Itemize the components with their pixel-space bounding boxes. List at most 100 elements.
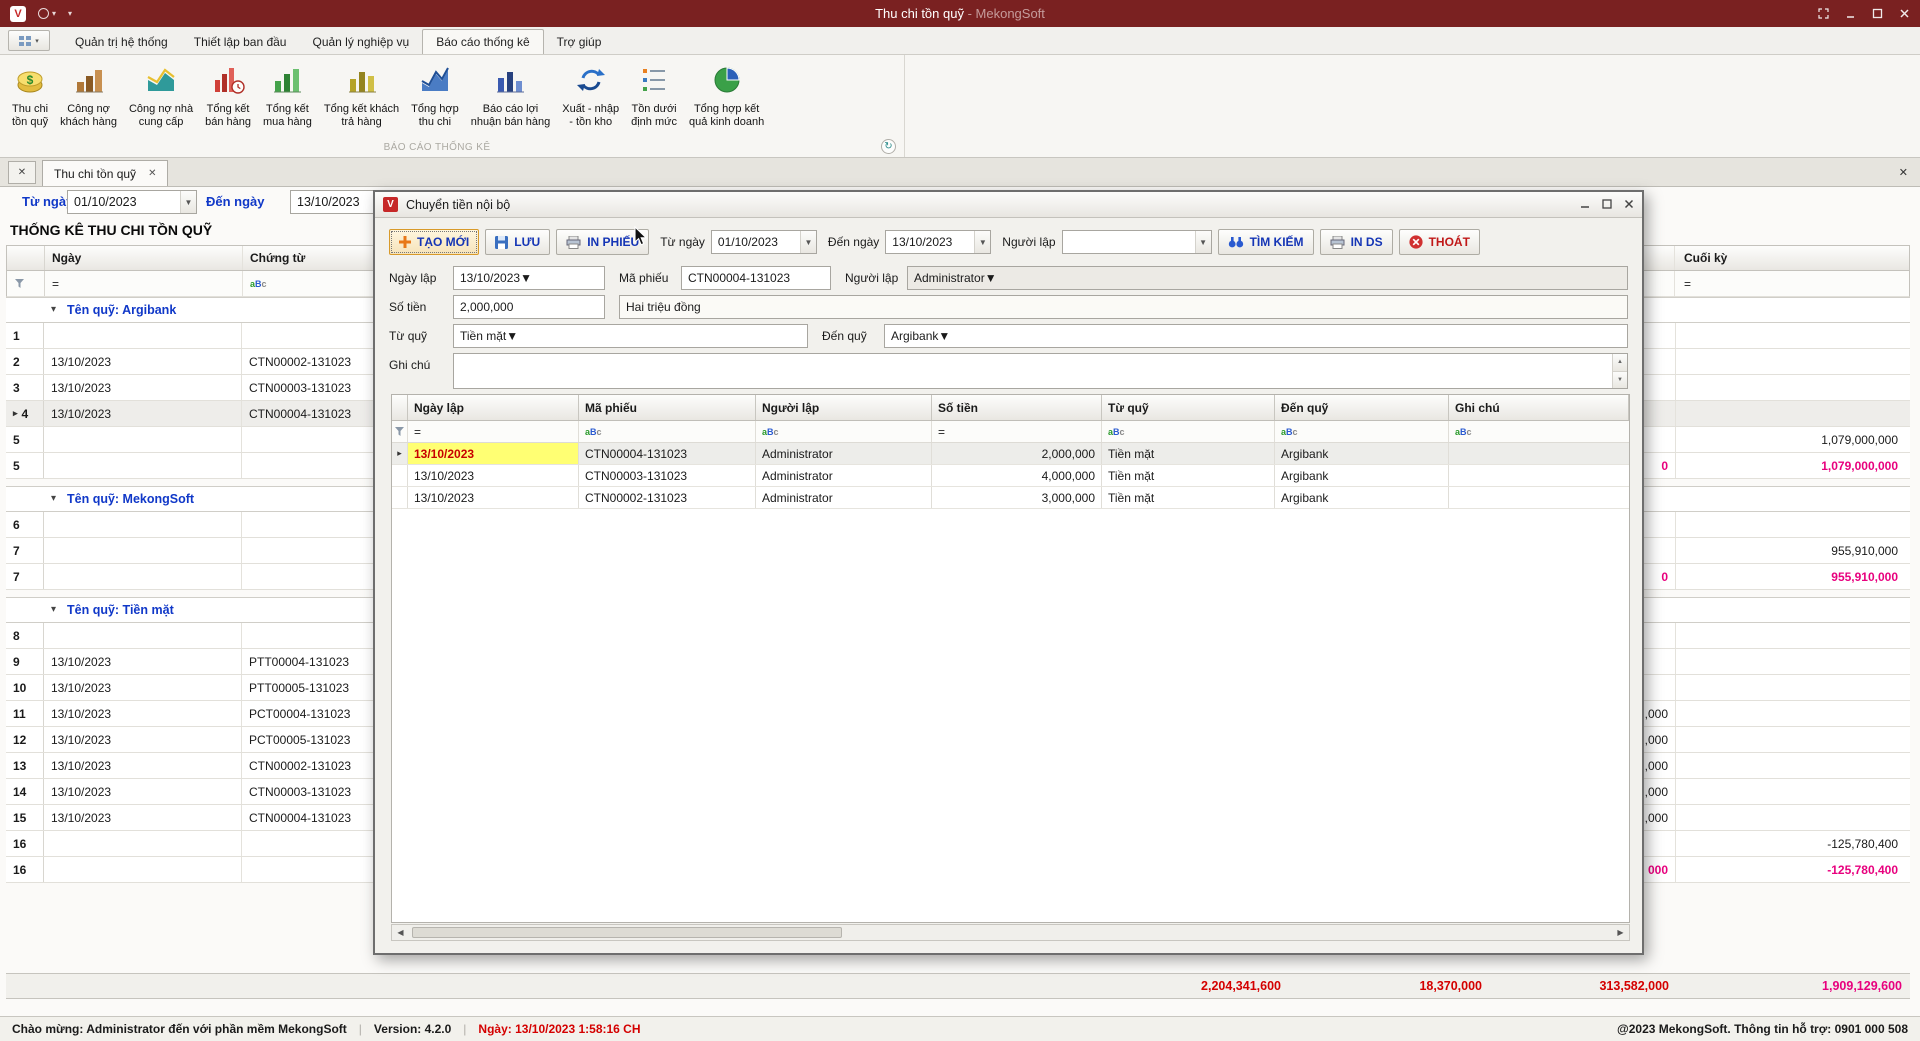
transfer-row[interactable]: 13/10/2023CTN00003-131023Administrator4,… (392, 465, 1629, 487)
grid-column-header[interactable]: Ngày lập (408, 395, 579, 420)
grid-column-header[interactable]: Ghi chú (1449, 395, 1629, 420)
titlebar: V ▾ ▾ Thu chi tồn quỹ - MekongSoft (0, 0, 1920, 27)
cell-closing: -125,780,400 (1675, 857, 1905, 882)
cell-num: 8 (6, 623, 44, 648)
grid-column-header[interactable]: Mã phiếu (579, 395, 756, 420)
ribbon-item-xuat-nhap-ton-kho[interactable]: Xuất - nhập - tồn kho (556, 60, 625, 132)
dialog-creator-filter-combo[interactable]: ▼ (1062, 230, 1212, 254)
ribbon-item-thu-chi-ton-quy[interactable]: $ Thu chi tồn quỹ (6, 60, 54, 132)
transfer-row[interactable]: 13/10/2023CTN00002-131023Administrator3,… (392, 487, 1629, 509)
save-button[interactable]: LƯU (485, 229, 550, 255)
app-menu-button[interactable]: ▾ (8, 30, 50, 51)
ribbon-item-cong-no-nha-cung-cap[interactable]: Công nợ nhà cung cấp (123, 60, 199, 132)
ribbon-item-tong-ket-mua-hang[interactable]: Tổng kết mua hàng (257, 60, 318, 132)
print-list-button[interactable]: IN DS (1320, 229, 1393, 255)
grid-filter-cell[interactable]: aBc (1102, 421, 1275, 442)
dialog-maximize-icon[interactable] (1602, 198, 1612, 212)
filter-closing-cell[interactable]: = (1674, 271, 1904, 296)
grid-column-header[interactable]: Người lập (756, 395, 932, 420)
total-cuoi-ky: 1,909,129,600 (1822, 974, 1902, 998)
filter-date-cell[interactable]: = (45, 271, 243, 296)
note-input[interactable]: ▲▼ (453, 353, 1628, 389)
ribbon-item-tong-ket-ban-hang[interactable]: Tổng kết bán hàng (199, 60, 257, 132)
status-date: Ngày: 13/10/2023 1:58:16 CH (478, 1022, 640, 1036)
from-fund-select[interactable]: Tiền mặt▼ (453, 324, 808, 348)
grid-filter-cell[interactable]: = (408, 421, 579, 442)
new-button[interactable]: TẠO MỚI (389, 229, 479, 255)
grid-cell: CTN00002-131023 (579, 487, 756, 508)
plus-icon (399, 236, 411, 248)
search-button[interactable]: TÌM KIẾM (1218, 229, 1314, 255)
grid-cell: Administrator (756, 465, 932, 486)
cell-num: 1 (6, 323, 44, 348)
scrollbar-thumb[interactable] (412, 927, 842, 938)
ribbon-item-tong-hop-thu-chi[interactable]: Tổng hợp thu chi (405, 60, 465, 132)
close-icon[interactable] (1899, 8, 1910, 19)
ribbon-tab-quan-tri-he-thong[interactable]: Quản trị hệ thống (62, 29, 181, 54)
grid-cell: 13/10/2023 (408, 443, 579, 464)
dialog-to-date-picker[interactable]: 13/10/2023▼ (885, 230, 991, 254)
grid-column-header[interactable]: Đến quỹ (1275, 395, 1449, 420)
grid-cell: Argibank (1275, 465, 1449, 486)
column-header-date[interactable]: Ngày (45, 246, 243, 270)
cell-closing (1675, 649, 1905, 674)
grid-filter-cell[interactable]: = (932, 421, 1102, 442)
to-fund-select[interactable]: Argibank▼ (884, 324, 1628, 348)
report-from-date-picker[interactable]: 01/10/2023▼ (67, 190, 197, 214)
horizontal-scrollbar[interactable]: ◀ ▶ (391, 924, 1630, 941)
total-phat-sinh: 313,582,000 (1599, 974, 1669, 998)
ribbon-tab-quan-ly-nghiep-vu[interactable]: Quản lý nghiệp vụ (299, 29, 422, 54)
collapse-icon[interactable]: ▾ (51, 604, 56, 615)
dialog-titlebar[interactable]: V Chuyển tiền nội bộ (375, 192, 1642, 218)
code-input[interactable]: CTN00004-131023 (681, 266, 831, 290)
doc-tab-thu-chi-ton-quy[interactable]: Thu chi tồn quỹ ✕ (42, 160, 168, 186)
close-document-icon[interactable]: ✕ (1899, 166, 1912, 179)
column-header-closing[interactable]: Cuối kỳ (1674, 246, 1904, 270)
ribbon-item-tong-hop-ket-qua-kinh-doanh[interactable]: Tổng hợp kết quả kinh doanh (683, 60, 770, 132)
scroll-right-icon[interactable]: ▶ (1612, 925, 1629, 940)
cell-date (44, 512, 242, 537)
ribbon-tab-thiet-lap-ban-dau[interactable]: Thiết lập ban đầu (181, 29, 300, 54)
grid-column-header[interactable]: Từ quỹ (1102, 395, 1275, 420)
dialog-from-date-picker[interactable]: 01/10/2023▼ (711, 230, 817, 254)
maximize-icon[interactable] (1872, 8, 1883, 19)
dialog-minimize-icon[interactable] (1580, 198, 1590, 212)
toolbar-customize-icon[interactable]: ▾ (68, 9, 72, 18)
date-input[interactable]: 13/10/2023▼ (453, 266, 605, 290)
exit-x-icon (1409, 235, 1423, 249)
exit-button[interactable]: THOÁT (1399, 229, 1480, 255)
grid-filter-cell[interactable]: aBc (579, 421, 756, 442)
fullscreen-icon[interactable] (1818, 8, 1829, 19)
transfer-grid: Ngày lậpMã phiếuNgười lậpSố tiềnTừ quỹĐế… (391, 394, 1630, 923)
collapse-icon[interactable]: ▾ (51, 304, 56, 315)
grid-filter-cell[interactable]: aBc (1275, 421, 1449, 442)
collapse-icon[interactable]: ▾ (51, 493, 56, 504)
tab-close-icon[interactable]: ✕ (148, 168, 156, 179)
ribbon-item-bao-cao-loi-nhuan-ban-hang[interactable]: Báo cáo lợi nhuận bán hàng (465, 60, 557, 132)
dialog-close-icon[interactable] (1624, 198, 1634, 212)
ribbon-item-cong-no-khach-hang[interactable]: Công nợ khách hàng (54, 60, 123, 132)
minimize-icon[interactable] (1845, 8, 1856, 19)
ribbon-item-ton-duoi-dinh-muc[interactable]: Tồn dưới định mức (625, 60, 683, 132)
ribbon-item-tong-ket-khach-tra-hang[interactable]: Tổng kết khách trả hàng (318, 60, 405, 132)
quick-access-menu[interactable]: ▾ (38, 8, 56, 19)
grid-filter-cell[interactable]: aBc (1449, 421, 1629, 442)
report-heading: THỐNG KÊ THU CHI TỒN QUỸ (10, 222, 212, 238)
spinner-icons[interactable]: ▲▼ (1612, 354, 1627, 388)
form-row-2: Số tiền 2,000,000 Hai triệu đồng (389, 295, 1628, 319)
ribbon-tab-tro-giup[interactable]: Trợ giúp (544, 29, 615, 54)
row-indicator: ▸ (392, 443, 408, 464)
grid-column-header[interactable]: Số tiền (932, 395, 1102, 420)
grid-filter-cell[interactable]: aBc (756, 421, 932, 442)
chevron-down-icon[interactable]: ▼ (180, 191, 196, 213)
amount-input[interactable]: 2,000,000 (453, 295, 605, 319)
creator-input[interactable]: Administrator▼ (907, 266, 1628, 290)
ribbon-group-launcher-icon[interactable]: ↻ (881, 139, 896, 154)
cell-num: 13 (6, 753, 44, 778)
close-all-tabs-button[interactable]: ✕ (8, 161, 36, 184)
ribbon-tab-bao-cao-thong-ke[interactable]: Báo cáo thống kê (422, 29, 543, 54)
cell-date: 13/10/2023 (44, 805, 242, 830)
scroll-left-icon[interactable]: ◀ (392, 925, 409, 940)
cell-date: 13/10/2023 (44, 753, 242, 778)
transfer-row[interactable]: ▸13/10/2023CTN00004-131023Administrator2… (392, 443, 1629, 465)
